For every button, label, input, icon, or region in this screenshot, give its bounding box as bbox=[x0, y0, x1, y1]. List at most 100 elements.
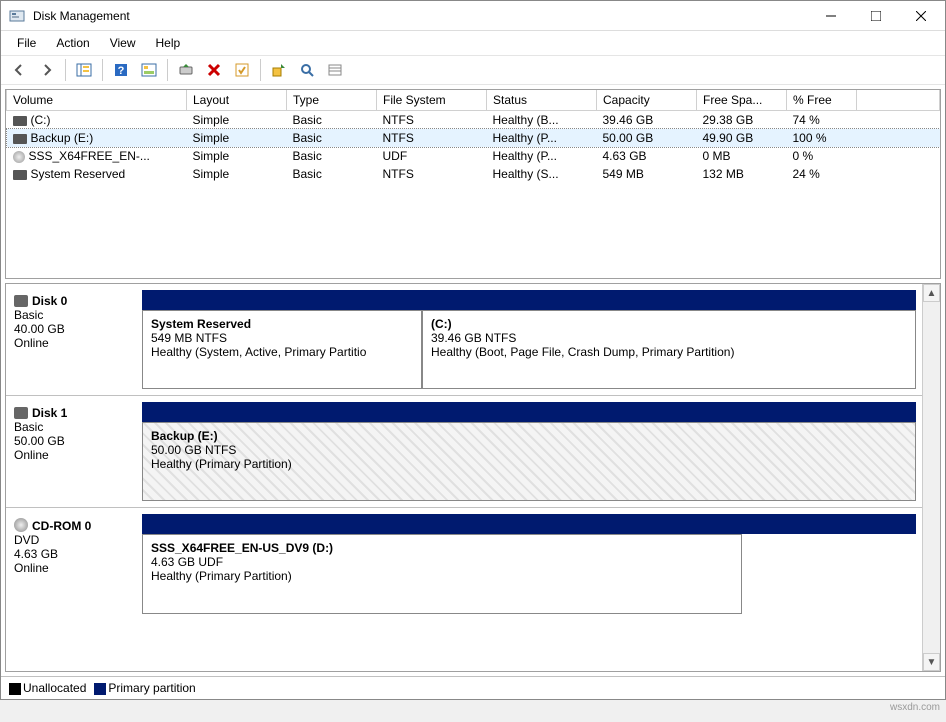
show-hide-tree-button[interactable] bbox=[72, 58, 96, 82]
cell-free: 132 MB bbox=[697, 165, 787, 183]
menu-help[interactable]: Help bbox=[146, 34, 191, 52]
list-view-button[interactable] bbox=[323, 58, 347, 82]
col-status[interactable]: Status bbox=[487, 90, 597, 111]
cell-layout: Simple bbox=[187, 111, 287, 130]
partition-name: (C:) bbox=[431, 317, 907, 331]
disk-icon bbox=[14, 295, 28, 307]
col-capacity[interactable]: Capacity bbox=[597, 90, 697, 111]
delete-button[interactable] bbox=[202, 58, 226, 82]
cell-capacity: 549 MB bbox=[597, 165, 697, 183]
partition[interactable]: System Reserved549 MB NTFSHealthy (Syste… bbox=[142, 310, 422, 389]
cell-free: 29.38 GB bbox=[697, 111, 787, 130]
disc-icon bbox=[13, 151, 25, 163]
volume-row[interactable]: SSS_X64FREE_EN-...SimpleBasicUDFHealthy … bbox=[7, 147, 940, 165]
partition-name: SSS_X64FREE_EN-US_DV9 (D:) bbox=[151, 541, 733, 555]
cell-type: Basic bbox=[287, 129, 377, 147]
menu-action[interactable]: Action bbox=[46, 34, 99, 52]
partition[interactable]: Backup (E:)50.00 GB NTFSHealthy (Primary… bbox=[142, 422, 916, 501]
cell-capacity: 39.46 GB bbox=[597, 111, 697, 130]
disk-size: 50.00 GB bbox=[14, 434, 134, 448]
cell-type: Basic bbox=[287, 147, 377, 165]
menu-view[interactable]: View bbox=[100, 34, 146, 52]
partition[interactable]: (C:)39.46 GB NTFSHealthy (Boot, Page Fil… bbox=[422, 310, 916, 389]
col-free-space[interactable]: Free Spa... bbox=[697, 90, 787, 111]
col-spacer bbox=[857, 90, 940, 111]
svg-text:?: ? bbox=[118, 65, 125, 77]
disk-type: Basic bbox=[14, 308, 134, 322]
partition-info: 4.63 GB UDF bbox=[151, 555, 733, 569]
disk-info[interactable]: CD-ROM 0DVD4.63 GBOnline bbox=[6, 508, 142, 620]
disk-state: Online bbox=[14, 561, 134, 575]
disk-info[interactable]: Disk 0Basic40.00 GBOnline bbox=[6, 284, 142, 395]
cell-pct: 100 % bbox=[787, 129, 857, 147]
rescan-button[interactable] bbox=[267, 58, 291, 82]
disk-partitions: SSS_X64FREE_EN-US_DV9 (D:)4.63 GB UDFHea… bbox=[142, 508, 922, 620]
legend-unallocated: Unallocated bbox=[23, 681, 86, 695]
cell-free: 49.90 GB bbox=[697, 129, 787, 147]
back-button[interactable] bbox=[7, 58, 31, 82]
help-button[interactable]: ? bbox=[109, 58, 133, 82]
volume-row[interactable]: Backup (E:)SimpleBasicNTFSHealthy (P...5… bbox=[7, 129, 940, 147]
cell-fs: NTFS bbox=[377, 129, 487, 147]
partition-status: Healthy (Primary Partition) bbox=[151, 569, 733, 583]
disk-header-bar bbox=[142, 402, 916, 422]
partition-info: 549 MB NTFS bbox=[151, 331, 413, 345]
column-headers[interactable]: Volume Layout Type File System Status Ca… bbox=[7, 90, 940, 111]
settings-view-button[interactable] bbox=[137, 58, 161, 82]
properties-button[interactable] bbox=[230, 58, 254, 82]
col-layout[interactable]: Layout bbox=[187, 90, 287, 111]
footer-watermark: wsxdn.com bbox=[0, 700, 946, 715]
refresh-button[interactable] bbox=[174, 58, 198, 82]
disk-size: 40.00 GB bbox=[14, 322, 134, 336]
cell-layout: Simple bbox=[187, 147, 287, 165]
cell-volume: SSS_X64FREE_EN-... bbox=[7, 147, 187, 165]
partition-status: Healthy (Boot, Page File, Crash Dump, Pr… bbox=[431, 345, 907, 359]
cell-capacity: 4.63 GB bbox=[597, 147, 697, 165]
disk-info[interactable]: Disk 1Basic50.00 GBOnline bbox=[6, 396, 142, 507]
cell-fs: NTFS bbox=[377, 111, 487, 130]
volume-list[interactable]: Volume Layout Type File System Status Ca… bbox=[5, 89, 941, 279]
scroll-down-arrow[interactable]: ▼ bbox=[923, 653, 940, 671]
cell-pct: 24 % bbox=[787, 165, 857, 183]
volume-row[interactable]: System ReservedSimpleBasicNTFSHealthy (S… bbox=[7, 165, 940, 183]
disk-size: 4.63 GB bbox=[14, 547, 134, 561]
close-button[interactable] bbox=[898, 2, 943, 30]
disk-partitions: System Reserved549 MB NTFSHealthy (Syste… bbox=[142, 284, 922, 395]
scroll-up-arrow[interactable]: ▲ bbox=[923, 284, 940, 302]
disk-header-bar bbox=[142, 514, 916, 534]
col-volume[interactable]: Volume bbox=[7, 90, 187, 111]
drive-icon bbox=[13, 116, 27, 126]
maximize-button[interactable] bbox=[853, 2, 898, 30]
disc-icon bbox=[14, 518, 28, 532]
forward-button[interactable] bbox=[35, 58, 59, 82]
disk-name: Disk 0 bbox=[32, 294, 67, 308]
content: Volume Layout Type File System Status Ca… bbox=[1, 85, 945, 699]
toolbar: ? bbox=[1, 55, 945, 85]
volume-row[interactable]: (C:)SimpleBasicNTFSHealthy (B...39.46 GB… bbox=[7, 111, 940, 130]
cell-fs: NTFS bbox=[377, 165, 487, 183]
disk-partitions: Backup (E:)50.00 GB NTFSHealthy (Primary… bbox=[142, 396, 922, 507]
disk-type: DVD bbox=[14, 533, 134, 547]
menu-file[interactable]: File bbox=[7, 34, 46, 52]
legend-swatch-unallocated bbox=[9, 683, 21, 695]
col-type[interactable]: Type bbox=[287, 90, 377, 111]
partition[interactable]: SSS_X64FREE_EN-US_DV9 (D:)4.63 GB UDFHea… bbox=[142, 534, 742, 614]
disk-row: Disk 0Basic40.00 GBOnlineSystem Reserved… bbox=[6, 284, 922, 396]
col-pct-free[interactable]: % Free bbox=[787, 90, 857, 111]
cell-status: Healthy (P... bbox=[487, 129, 597, 147]
partition-name: Backup (E:) bbox=[151, 429, 907, 443]
disk-type: Basic bbox=[14, 420, 134, 434]
cell-status: Healthy (B... bbox=[487, 111, 597, 130]
disk-row: Disk 1Basic50.00 GBOnlineBackup (E:)50.0… bbox=[6, 396, 922, 508]
disk-row: CD-ROM 0DVD4.63 GBOnlineSSS_X64FREE_EN-U… bbox=[6, 508, 922, 620]
col-file-system[interactable]: File System bbox=[377, 90, 487, 111]
cell-volume: (C:) bbox=[7, 111, 187, 130]
cell-status: Healthy (S... bbox=[487, 165, 597, 183]
vertical-scrollbar[interactable]: ▲ ▼ bbox=[922, 284, 940, 671]
find-button[interactable] bbox=[295, 58, 319, 82]
cell-type: Basic bbox=[287, 111, 377, 130]
minimize-button[interactable] bbox=[808, 2, 853, 30]
cell-type: Basic bbox=[287, 165, 377, 183]
toolbar-sep bbox=[260, 59, 261, 81]
disk-state: Online bbox=[14, 448, 134, 462]
